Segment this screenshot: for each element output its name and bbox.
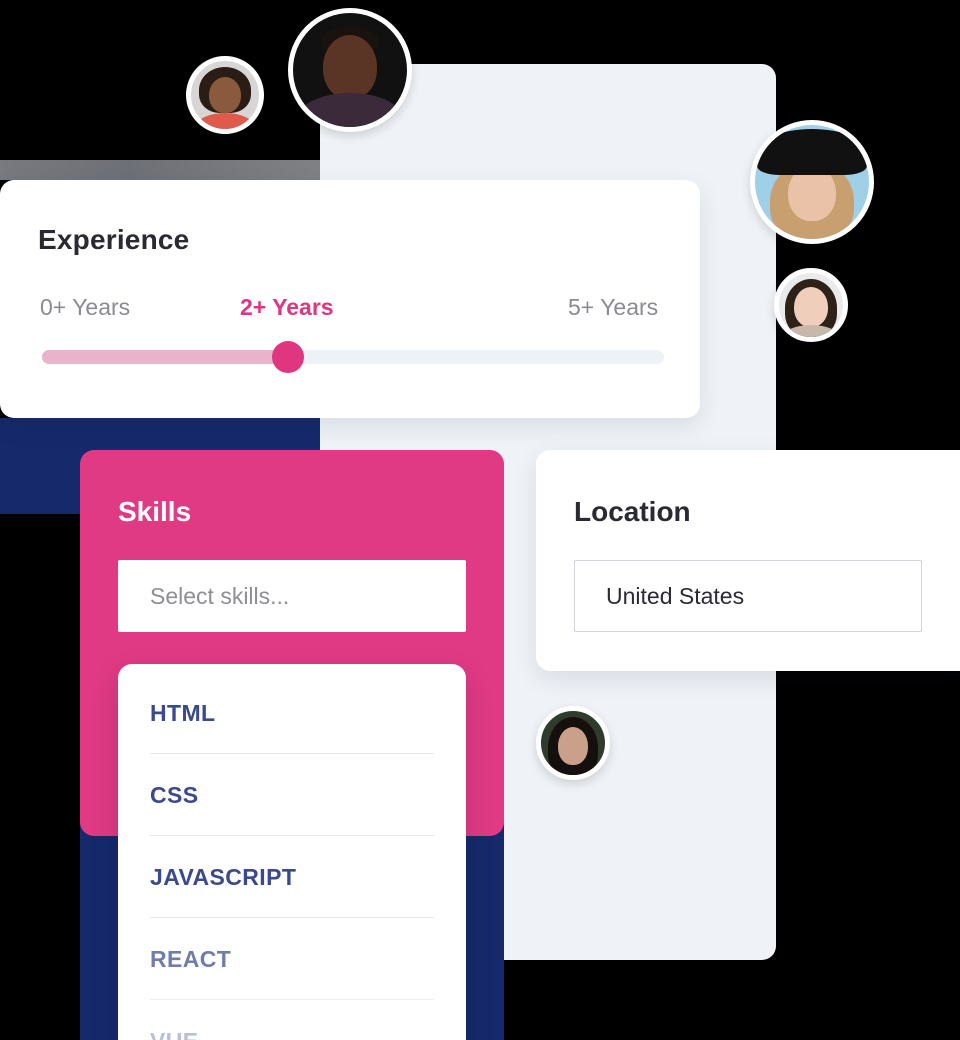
experience-slider[interactable] xyxy=(42,341,664,373)
skill-option-vue[interactable]: VUE xyxy=(150,1000,434,1040)
experience-card: Experience 0+ Years 2+ Years 5+ Years xyxy=(0,180,700,418)
skills-dropdown-list: HTML CSS JAVASCRIPT REACT VUE xyxy=(118,664,466,1040)
experience-min-label: 0+ Years xyxy=(40,294,131,320)
location-title: Location xyxy=(574,496,691,527)
location-card: Location xyxy=(536,450,960,671)
experience-title: Experience xyxy=(38,224,190,255)
avatar-woman-black-hat xyxy=(750,120,874,244)
avatar-woman-curly-hair xyxy=(186,56,264,134)
background-strip xyxy=(0,160,320,180)
skill-option-javascript[interactable]: JAVASCRIPT xyxy=(150,836,434,918)
experience-slider-handle[interactable] xyxy=(271,341,304,373)
avatar-woman-smiling xyxy=(774,268,848,342)
skills-title: Skills xyxy=(118,496,192,527)
skill-option-html[interactable]: HTML xyxy=(150,672,434,754)
experience-slider-fill xyxy=(42,350,288,364)
avatar-man-dark-background xyxy=(288,8,412,132)
skill-option-react[interactable]: REACT xyxy=(150,918,434,1000)
experience-selected-label: 2+ Years xyxy=(240,294,334,320)
location-input[interactable] xyxy=(574,560,922,632)
skill-option-css[interactable]: CSS xyxy=(150,754,434,836)
experience-max-label: 5+ Years xyxy=(568,294,659,320)
skills-search-input[interactable] xyxy=(118,560,466,632)
avatar-woman-dark-hair xyxy=(536,706,610,780)
